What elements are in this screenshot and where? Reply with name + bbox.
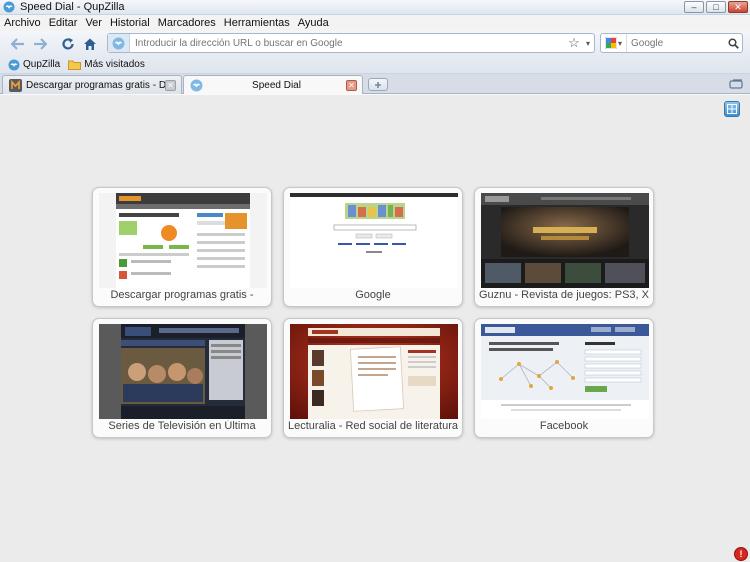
qupzilla-icon [8, 59, 20, 70]
tab-speed-dial[interactable]: Speed Dial ✕ [183, 75, 363, 95]
grid-plus-icon [727, 104, 737, 114]
tab-descargar-programas[interactable]: Descargar programas gratis - Descar... ✕ [2, 75, 182, 94]
forward-arrow-icon [34, 37, 47, 50]
menu-archivo[interactable]: Archivo [4, 17, 41, 29]
title-bar: Speed Dial - QupZilla – □ ✕ [0, 0, 750, 15]
tile-title: Lecturalia - Red social de literatura, [288, 420, 458, 432]
qupzilla-icon [3, 1, 15, 13]
bookmark-label: QupZilla [23, 59, 61, 70]
url-input[interactable] [135, 37, 566, 49]
tile-title: Descargar programas gratis - [110, 289, 254, 301]
tile-title: Google [355, 289, 391, 301]
google-icon [604, 37, 617, 49]
page-thumbnail-malavida [99, 193, 267, 288]
speed-dial-tile[interactable]: Facebook [474, 318, 654, 438]
qupzilla-icon [112, 37, 125, 49]
tile-title: Series de Televisión en Última [108, 420, 256, 432]
bookmarks-toolbar: QupZilla Más visitados [0, 56, 750, 74]
menu-historial[interactable]: Historial [110, 17, 150, 29]
reload-button[interactable] [58, 34, 78, 54]
menu-editar[interactable]: Editar [49, 17, 78, 29]
window-controls: – □ ✕ [684, 1, 748, 13]
tab-bar: Descargar programas gratis - Descar... ✕… [0, 74, 750, 95]
home-button[interactable] [80, 34, 100, 54]
search-bar[interactable]: ▾ [600, 33, 743, 53]
reload-icon [62, 37, 74, 50]
speed-dial-tile[interactable]: Descargar programas gratis - [92, 187, 272, 307]
close-window-button[interactable]: ✕ [728, 1, 748, 13]
qupzilla-icon [190, 79, 203, 92]
close-tab-button[interactable]: ✕ [346, 80, 357, 91]
menu-herramientas[interactable]: Herramientas [224, 17, 290, 29]
tab-label: Descargar programas gratis - Descar... [26, 79, 165, 91]
menu-ver[interactable]: Ver [85, 17, 102, 29]
tab-label: Speed Dial [252, 80, 301, 91]
maximize-button[interactable]: □ [706, 1, 726, 13]
chevron-down-icon: ▾ [617, 38, 622, 48]
tab-list-button[interactable] [728, 78, 744, 90]
speed-dial-settings-button[interactable] [724, 101, 740, 117]
search-icon [727, 37, 739, 49]
minimize-button[interactable]: – [684, 1, 704, 13]
tab-list-icon [729, 79, 743, 89]
speed-dial-tile[interactable]: Series de Televisión en Última [92, 318, 272, 438]
site-identity-button[interactable] [108, 34, 130, 52]
page-thumbnail-google [290, 193, 458, 288]
bookmark-star-icon[interactable]: ☆ [566, 35, 582, 51]
url-bar[interactable]: ☆ ▾ [107, 33, 595, 53]
tile-title: Guznu - Revista de juegos: PS3, Xbox [479, 289, 649, 301]
bookmark-folder-mas-visitados[interactable]: Más visitados [68, 59, 145, 70]
search-input[interactable] [631, 37, 724, 49]
close-tab-button[interactable]: ✕ [165, 79, 176, 91]
bookmark-qupzilla[interactable]: QupZilla [8, 59, 60, 71]
search-engine-selector[interactable]: ▾ [601, 34, 627, 52]
plus-icon [375, 81, 381, 88]
window-title: Speed Dial - QupZilla [20, 1, 125, 13]
page-thumbnail-facebook [481, 324, 649, 419]
adblock-status-icon[interactable]: ! [734, 547, 748, 561]
speed-dial-page: Descargar programas gratis - Google Guzn… [0, 94, 750, 562]
tile-title: Facebook [539, 420, 589, 432]
folder-icon [68, 60, 82, 70]
speed-dial-tile[interactable]: Guznu - Revista de juegos: PS3, Xbox [474, 187, 654, 307]
forward-button[interactable] [30, 34, 50, 54]
malavida-icon [9, 78, 22, 92]
home-icon [84, 38, 96, 50]
page-thumbnail-lecturalia [290, 324, 458, 419]
menu-marcadores[interactable]: Marcadores [158, 17, 216, 29]
url-dropdown-icon[interactable]: ▾ [582, 39, 594, 48]
menu-ayuda[interactable]: Ayuda [298, 17, 329, 29]
back-arrow-icon [11, 37, 24, 50]
page-thumbnail-guznu [481, 193, 649, 288]
speed-dial-tile[interactable]: Lecturalia - Red social de literatura, [283, 318, 463, 438]
page-thumbnail-series [99, 324, 267, 419]
menu-bar: Archivo Editar Ver Historial Marcadores … [0, 15, 750, 31]
back-button[interactable] [8, 34, 28, 54]
bookmark-label: Más visitados [84, 59, 145, 70]
new-tab-button[interactable] [368, 78, 388, 91]
search-button[interactable] [724, 37, 742, 49]
speed-dial-tile[interactable]: Google [283, 187, 463, 307]
